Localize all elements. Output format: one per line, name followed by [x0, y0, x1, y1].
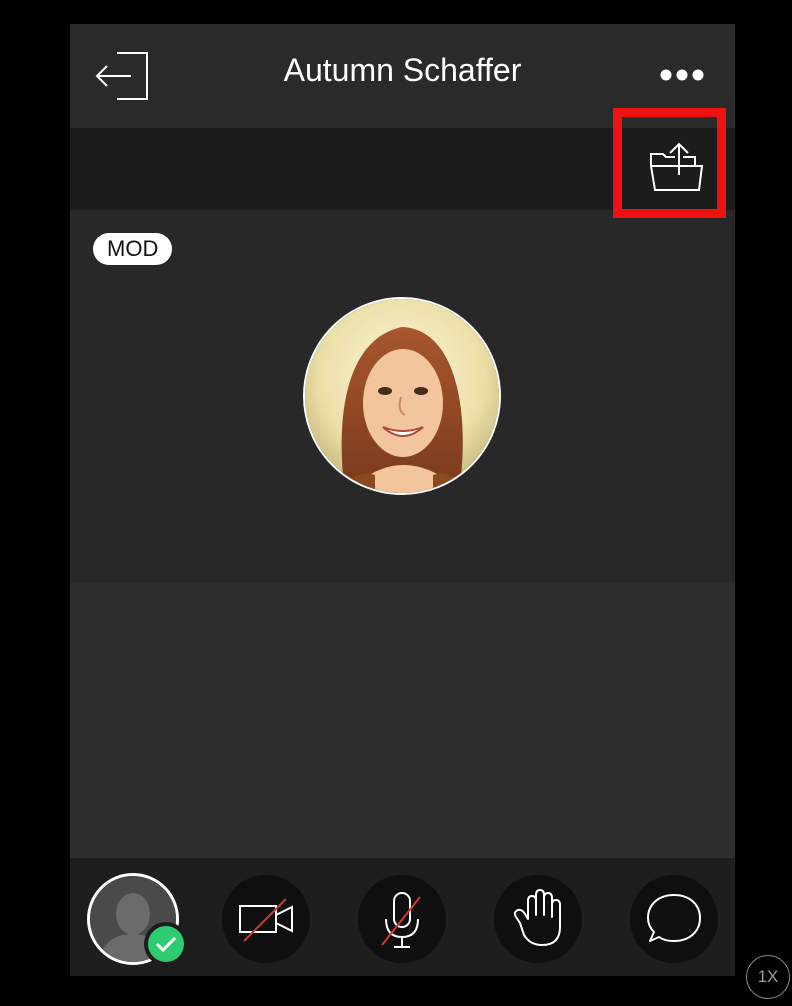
more-dots-icon — [660, 69, 704, 81]
moderator-badge: MOD — [93, 233, 173, 265]
header-bar: Autumn Schaffer — [70, 24, 735, 128]
chat-button[interactable] — [630, 875, 718, 963]
mic-toggle-button[interactable] — [358, 875, 446, 963]
more-options-button[interactable] — [655, 60, 709, 90]
video-stage: MOD — [70, 210, 735, 582]
microphone-off-icon — [381, 892, 421, 948]
participant-photo — [305, 299, 499, 493]
empty-stage-area — [70, 582, 735, 858]
raise-hand-button[interactable] — [494, 875, 582, 963]
meeting-screen: Autumn Schaffer MOD — [70, 24, 735, 976]
video-camera-off-icon — [239, 898, 293, 942]
participant-avatar[interactable] — [303, 297, 501, 495]
participant-name-title: Autumn Schaffer — [283, 52, 522, 88]
chat-bubble-icon — [647, 894, 701, 942]
playback-speed-badge[interactable]: 1X — [746, 955, 790, 999]
video-toggle-button[interactable] — [222, 875, 310, 963]
hand-icon — [513, 889, 561, 946]
check-icon — [148, 926, 184, 962]
share-button[interactable] — [645, 140, 705, 196]
status-check-badge — [144, 922, 188, 966]
share-toolbar — [70, 128, 735, 210]
controls-bar — [70, 858, 735, 976]
share-folder-icon — [650, 142, 704, 191]
